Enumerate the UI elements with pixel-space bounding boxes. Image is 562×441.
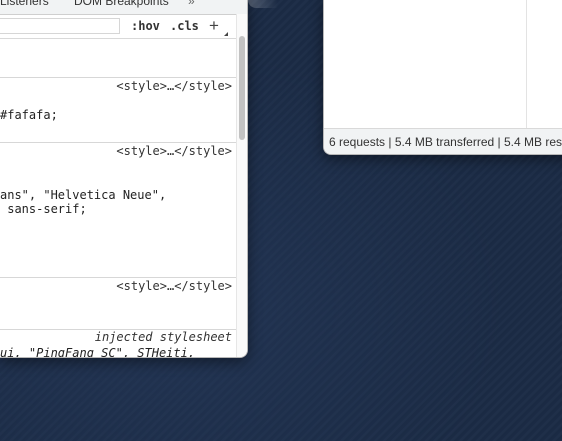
tab-event-listeners[interactable]: Listeners — [0, 0, 49, 8]
network-summary-text: 6 requests | 5.4 MB transferred | 5.4 MB… — [329, 135, 562, 149]
network-panel: 6 requests | 5.4 MB transferred | 5.4 MB… — [323, 0, 562, 155]
rule-declaration[interactable]: sans-serif; — [0, 202, 86, 216]
rule-source-link[interactable]: <style>…</style> — [116, 279, 232, 293]
injected-stylesheet-label: injected stylesheet — [94, 330, 232, 344]
class-toggle[interactable]: .cls — [170, 19, 199, 33]
rule-divider — [0, 142, 236, 143]
rule-declaration[interactable]: #fafafa; — [0, 108, 58, 122]
styles-filter-input[interactable] — [0, 18, 120, 34]
styles-scrollbar-thumb[interactable] — [239, 36, 245, 140]
styles-toolbar: :hov .cls + — [0, 15, 238, 39]
rule-source-link[interactable]: <style>…</style> — [116, 79, 232, 93]
rule-source-link[interactable]: <style>…</style> — [116, 144, 232, 158]
tab-dom-breakpoints[interactable]: DOM Breakpoints — [74, 0, 169, 8]
column-divider — [526, 0, 527, 128]
hover-state-toggle[interactable]: :hov — [131, 19, 160, 33]
rule-divider — [0, 77, 236, 78]
style-rules-list: <style>…</style> #fafafa; <style>…</styl… — [0, 39, 236, 357]
rule-declaration[interactable]: ans", "Helvetica Neue", — [0, 188, 166, 202]
window-highlight — [248, 0, 278, 8]
new-style-rule-menu-icon[interactable] — [224, 32, 228, 36]
devtools-styles-panel: Listeners DOM Breakpoints » :hov .cls + … — [0, 0, 248, 358]
devtools-tabbar: Listeners DOM Breakpoints » — [0, 0, 247, 15]
new-style-rule-button[interactable]: + — [209, 16, 219, 36]
styles-scrollbar[interactable] — [236, 14, 247, 357]
rule-divider — [0, 277, 236, 278]
network-summary-bar: 6 requests | 5.4 MB transferred | 5.4 MB… — [324, 128, 562, 154]
rule-declaration[interactable]: ui, "PingFang SC", STHeiti, — [0, 346, 195, 357]
more-tabs-button[interactable]: » — [188, 0, 195, 8]
